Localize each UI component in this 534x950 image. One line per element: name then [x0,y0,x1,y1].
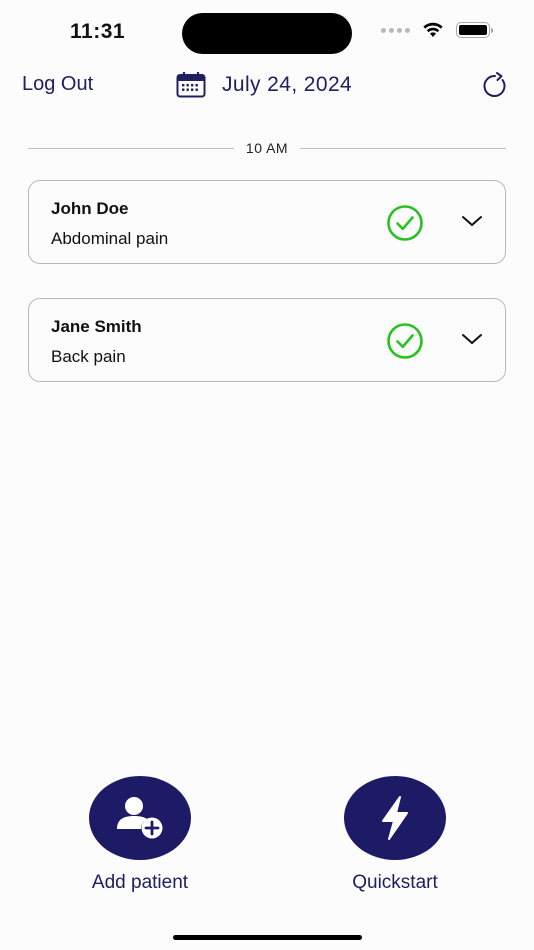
quickstart-label: Quickstart [352,872,438,893]
patient-card[interactable]: Jane Smith Back pain [28,298,506,382]
patient-complaint: Abdominal pain [51,229,169,248]
current-date: July 24, 2024 [222,73,353,96]
refresh-icon[interactable] [480,71,510,101]
time-slot-label: 10 AM [245,140,289,156]
calendar-icon [176,72,206,98]
logout-button[interactable]: Log Out [22,73,93,96]
chevron-down-icon[interactable] [461,332,483,346]
dynamic-island [182,13,352,54]
lightning-bolt-icon [382,796,408,840]
add-user-icon [117,797,163,839]
chevron-down-icon[interactable] [461,214,483,228]
add-patient-circle[interactable] [89,776,191,860]
home-indicator[interactable] [173,935,362,940]
divider-line [28,147,234,149]
battery-icon [456,22,493,38]
wifi-icon [423,22,443,37]
header: Log Out July 24, 2024 [0,68,534,104]
quickstart-button[interactable]: Quickstart [325,776,465,894]
quickstart-circle[interactable] [344,776,446,860]
date-picker[interactable]: July 24, 2024 [176,72,352,98]
status-icons [381,22,493,38]
time-slot-divider: 10 AM [28,138,507,158]
divider-line [300,147,507,149]
add-patient-label: Add patient [91,872,189,893]
check-circle-icon [387,205,423,241]
check-circle-icon [387,323,423,359]
status-time: 11:31 [70,20,126,43]
patient-complaint: Back pain [51,347,126,366]
cellular-signal-icon [381,27,410,33]
add-patient-button[interactable]: Add patient [70,776,210,894]
status-bar: 11:31 [0,0,534,64]
patient-name: Jane Smith [51,317,142,336]
patient-card[interactable]: John Doe Abdominal pain [28,180,506,264]
patient-name: John Doe [51,199,129,218]
